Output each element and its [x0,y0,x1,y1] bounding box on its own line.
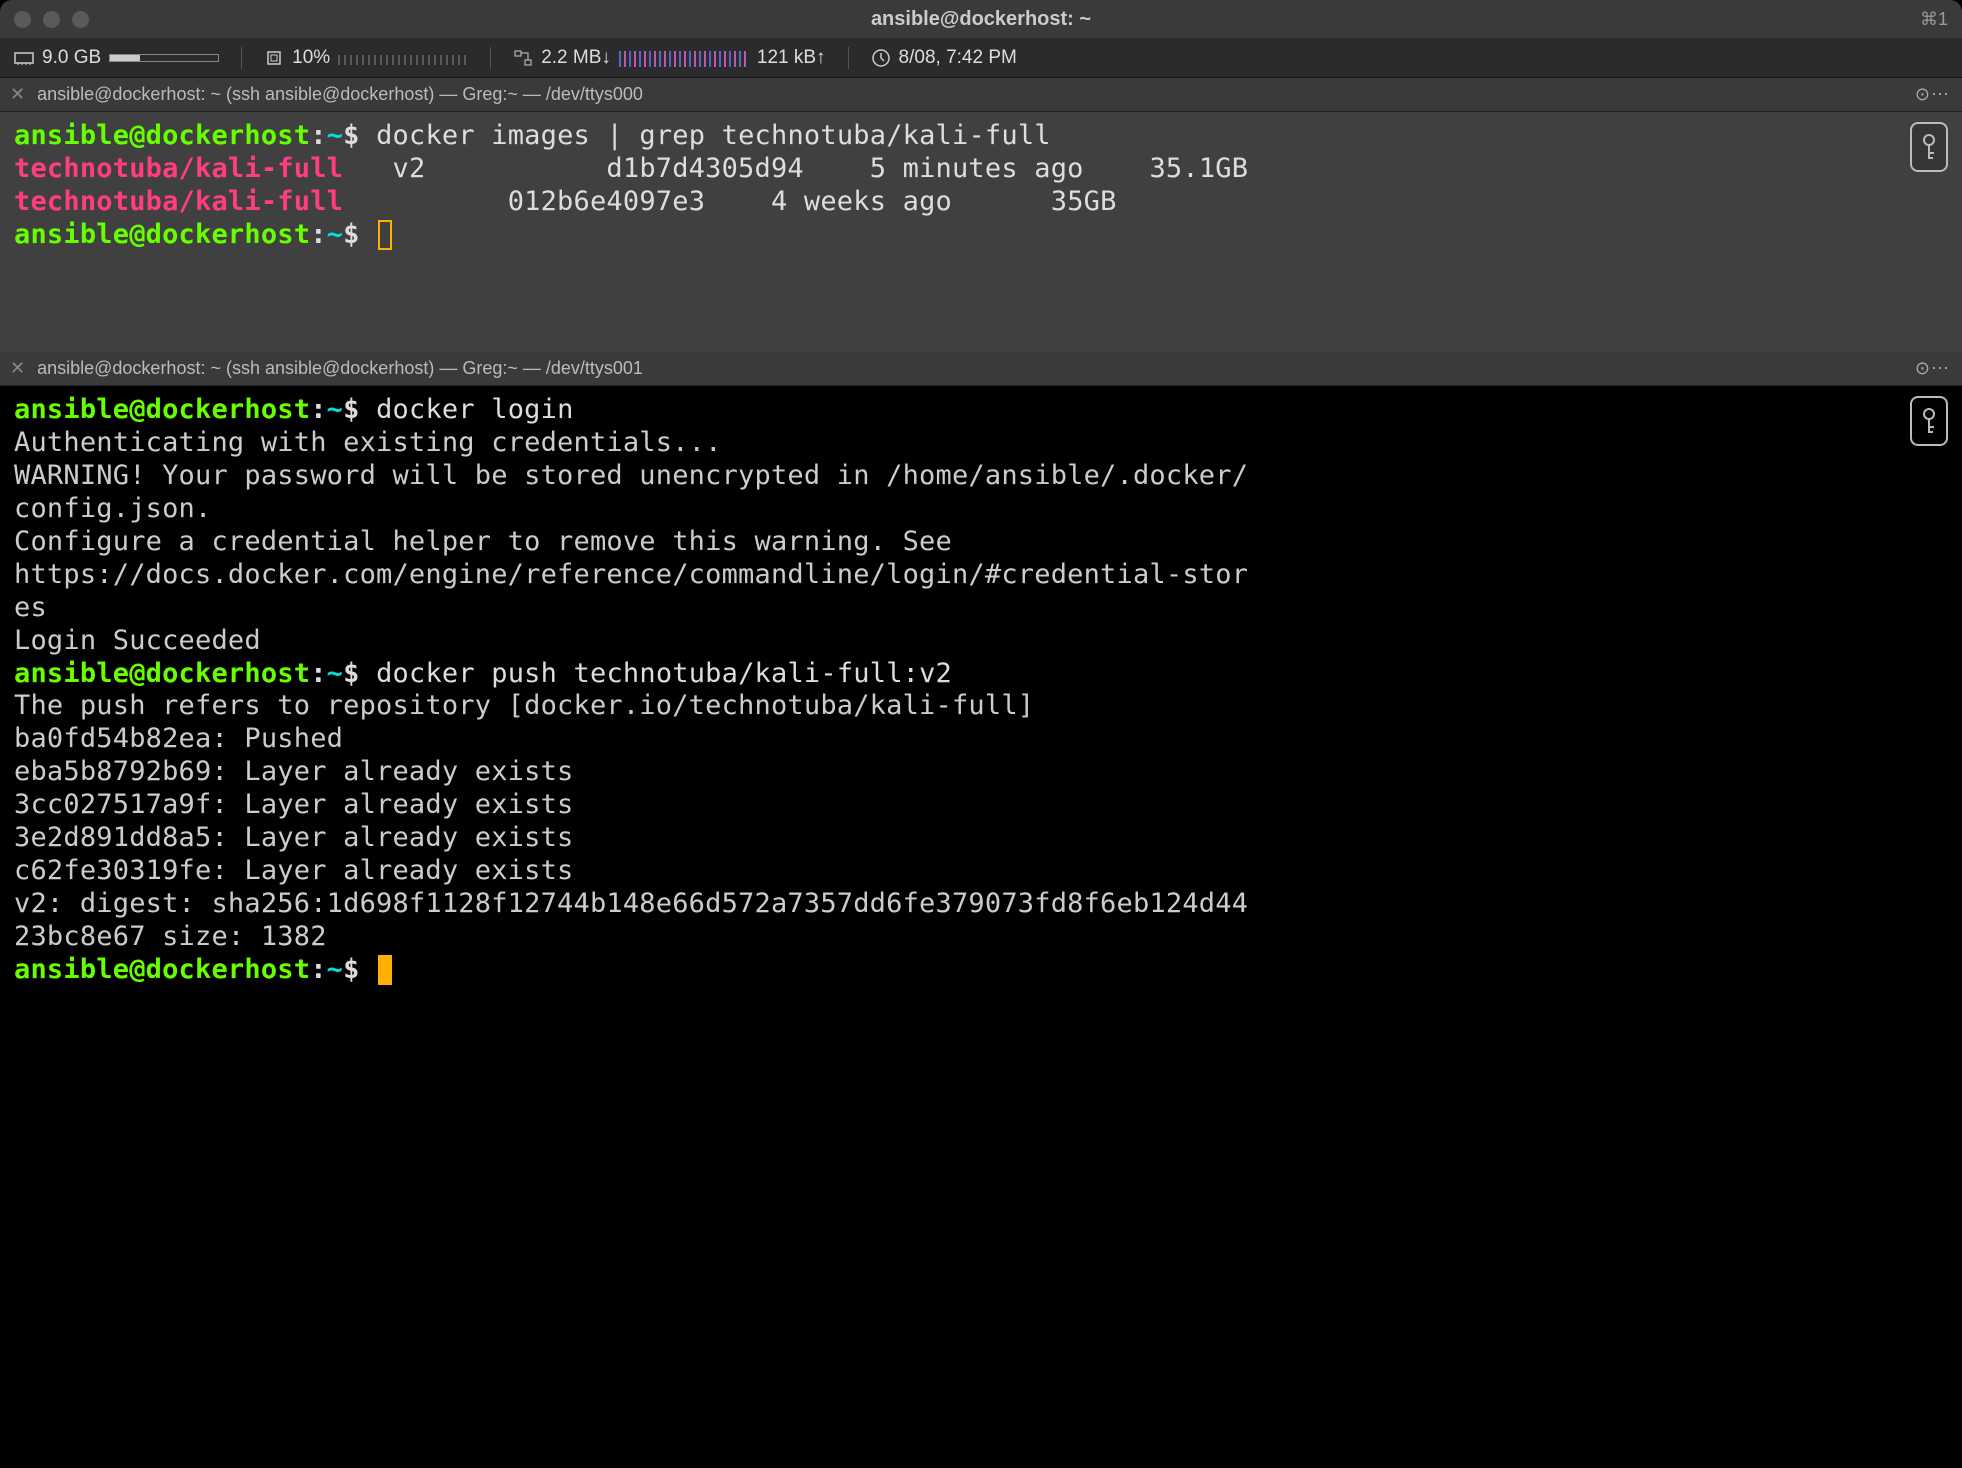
close-tab-icon[interactable]: ✕ [10,358,25,379]
command-text: docker login [376,394,573,425]
terminal-output: The push refers to repository [docker.io… [14,690,1948,723]
terminal-output: ba0fd54b82ea: Pushed [14,723,1948,756]
image-repo: technotuba/kali-full [14,186,392,217]
prompt-line-idle-2: ansible@dockerhost:~$ [14,954,1948,987]
datetime-value: 8/08, 7:42 PM [899,47,1017,69]
image-tag: v2 [392,153,606,184]
prompt-user: ansible@dockerhost [14,120,310,151]
image-size: 35GB [1051,186,1117,217]
image-id: 012b6e4097e3 [508,186,771,217]
terminal-output: Login Succeeded [14,625,1948,658]
cursor [378,955,392,985]
prompt-symbol: $ [343,120,359,151]
prompt-line-2a: ansible@dockerhost:~$ docker login [14,394,1948,427]
network-stat: 2.2 MB↓ 121 kB↑ [513,47,825,69]
cpu-icon [264,48,284,68]
image-created: 5 minutes ago [870,153,1150,184]
memory-icon [14,48,34,68]
prompt-path: ~ [327,120,343,151]
terminal-output: Configure a credential helper to remove … [14,526,1948,559]
image-tag [392,186,507,217]
close-window-button[interactable] [14,11,31,28]
key-icon[interactable] [1910,122,1948,172]
memory-bar [109,54,219,62]
network-icon [513,48,533,68]
prompt-line-1: ansible@dockerhost:~$ docker images | gr… [14,120,1948,153]
tab-more-icon[interactable]: ⊙⋯ [1915,358,1950,379]
docker-image-row: technotuba/kali-full v2 d1b7d4305d94 5 m… [14,153,1948,186]
image-id: d1b7d4305d94 [606,153,869,184]
tab-2-label: ansible@dockerhost: ~ (ssh ansible@docke… [37,358,643,379]
cpu-value: 10% [292,47,330,69]
clock-stat: 8/08, 7:42 PM [871,47,1017,69]
terminal-output: eba5b8792b69: Layer already exists [14,756,1948,789]
cpu-stat: 10% [264,47,468,69]
terminal-output: Authenticating with existing credentials… [14,427,1948,460]
prompt-line-2b: ansible@dockerhost:~$ docker push techno… [14,658,1948,691]
net-down-value: 2.2 MB↓ [541,47,611,69]
command-text: docker images | grep technotuba/kali-ful… [376,120,1051,151]
clock-icon [871,48,891,68]
docker-image-row: technotuba/kali-full 012b6e4097e3 4 week… [14,186,1948,219]
terminal-output: v2: digest: sha256:1d698f1128f12744b148e… [14,888,1948,921]
memory-value: 9.0 GB [42,47,101,69]
terminal-pane-2[interactable]: ansible@dockerhost:~$ docker login Authe… [0,386,1962,1007]
image-size: 35.1GB [1149,153,1248,184]
terminal-output: c62fe30319fe: Layer already exists [14,855,1948,888]
net-sparkline [619,47,749,69]
window-shortcut-hint: ⌘1 [1920,9,1948,30]
terminal-output: https://docs.docker.com/engine/reference… [14,559,1948,592]
terminal-output: config.json. [14,493,1948,526]
prompt-line-idle: ansible@dockerhost:~$ [14,219,1948,252]
tab-bar-1[interactable]: ✕ ansible@dockerhost: ~ (ssh ansible@doc… [0,78,1962,112]
zoom-window-button[interactable] [72,11,89,28]
command-text: docker push technotuba/kali-full:v2 [376,658,952,689]
tab-more-icon[interactable]: ⊙⋯ [1915,84,1950,105]
system-statusbar: 9.0 GB 10% 2.2 MB↓ 121 kB↑ 8/08, 7:42 PM [0,38,1962,78]
terminal-output: es [14,592,1948,625]
key-icon[interactable] [1910,396,1948,446]
image-created: 4 weeks ago [771,186,1051,217]
terminal-output: WARNING! Your password will be stored un… [14,460,1948,493]
terminal-output: 3e2d891dd8a5: Layer already exists [14,822,1948,855]
traffic-lights [14,11,89,28]
tab-bar-2[interactable]: ✕ ansible@dockerhost: ~ (ssh ansible@doc… [0,352,1962,386]
terminal-output: 23bc8e67 size: 1382 [14,921,1948,954]
window-title: ansible@dockerhost: ~ [871,8,1091,31]
image-repo: technotuba/kali-full [14,153,392,184]
close-tab-icon[interactable]: ✕ [10,84,25,105]
terminal-pane-1[interactable]: ansible@dockerhost:~$ docker images | gr… [0,112,1962,352]
terminal-output: 3cc027517a9f: Layer already exists [14,789,1948,822]
tab-1-label: ansible@dockerhost: ~ (ssh ansible@docke… [37,84,643,105]
minimize-window-button[interactable] [43,11,60,28]
net-up-value: 121 kB↑ [757,47,826,69]
cursor [378,220,392,250]
memory-stat: 9.0 GB [14,47,219,69]
window-titlebar: ansible@dockerhost: ~ ⌘1 [0,0,1962,38]
cpu-sparkline [338,47,468,69]
